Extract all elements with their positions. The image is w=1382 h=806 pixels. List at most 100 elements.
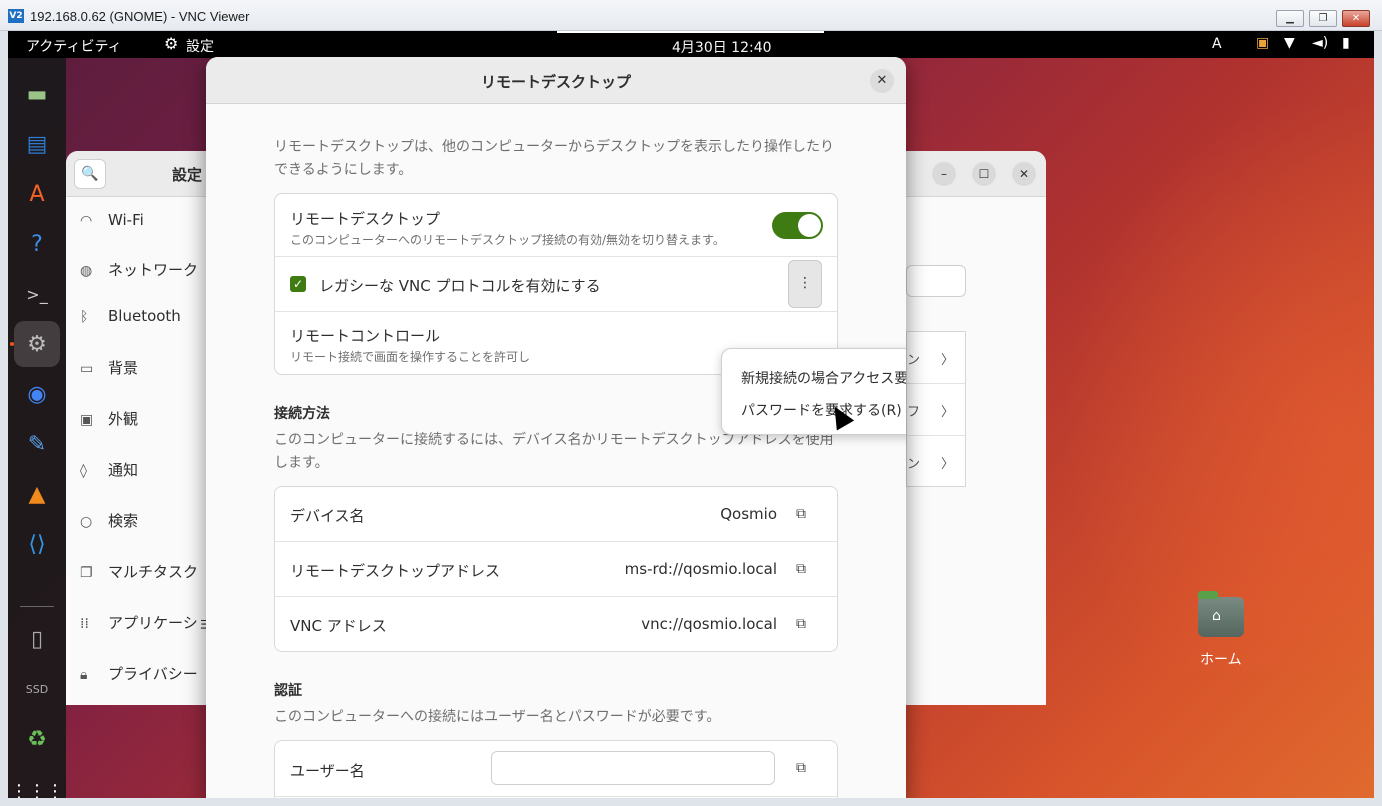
home-folder-icon[interactable]: ⌂	[1198, 591, 1244, 637]
username-label: ユーザー名	[290, 762, 365, 780]
chevron-right-icon: 〉	[941, 457, 955, 472]
sidebar-item-privacy[interactable]: 🔒︎ プライバシー	[80, 663, 198, 684]
vnc-address-label: VNC アドレス	[290, 617, 387, 635]
app-store-icon[interactable]: A	[14, 171, 60, 217]
sidebar-item-applications[interactable]: ⁞⁞ アプリケーショ	[80, 612, 213, 633]
sidebar-item-notifications[interactable]: ◊ 通知	[80, 459, 138, 480]
minimize-button[interactable]: –	[932, 162, 956, 186]
chevron-right-icon: 〉	[941, 405, 955, 420]
auth-card: ユーザー名 ⧉	[274, 740, 838, 798]
device-name-row: デバイス名 Qosmio ⧉	[275, 487, 837, 542]
sidebar-item-bluetooth[interactable]: ᛒ Bluetooth	[80, 307, 181, 325]
bluetooth-icon: ᛒ	[80, 309, 89, 325]
username-row: ユーザー名 ⧉	[275, 741, 837, 797]
search-icon: ○	[80, 514, 93, 530]
progress-line	[557, 31, 824, 33]
dock: ▬ ▤ A ? >_ ⚙ ◉ ✎ ▲ ⟨⟩ ▯ SSD ♻ ⋮⋮⋮	[8, 58, 66, 798]
vnc-address-value: vnc://qosmio.local	[641, 615, 777, 633]
remote-control-sub: リモート接続で画面を操作することを許可し	[290, 350, 531, 364]
sidebar-item-background[interactable]: ▭ 背景	[80, 357, 138, 378]
wifi-icon: ◠	[80, 213, 93, 229]
menu-item-require-password[interactable]: パスワードを要求する(R)	[741, 400, 902, 420]
running-indicator	[10, 342, 14, 346]
app-menu[interactable]: 設定	[186, 36, 214, 56]
disk-icon[interactable]: ▯	[14, 616, 60, 662]
screen-share-icon[interactable]: ▣	[1256, 35, 1269, 51]
vnc-auth-popover: 新規接続の場合アクセス要求を必要とする(N) パスワードを要求する(R)	[721, 348, 906, 435]
search-button[interactable]: 🔍	[74, 159, 106, 189]
home-icon: ⌂	[1212, 608, 1221, 624]
text-editor-icon[interactable]: ✎	[14, 421, 60, 467]
dock-separator	[20, 606, 54, 607]
settings-icon[interactable]: ⚙	[14, 321, 60, 367]
battery-icon[interactable]: ▮	[1342, 35, 1350, 51]
files-icon[interactable]: ▬	[14, 71, 60, 117]
chrome-icon[interactable]: ◉	[14, 371, 60, 417]
home-folder-label[interactable]: ホーム	[1200, 649, 1242, 669]
settings-text-field[interactable]	[906, 265, 966, 297]
vscode-icon[interactable]: ⟨⟩	[14, 521, 60, 567]
help-icon[interactable]: ?	[14, 221, 60, 267]
copy-icon[interactable]: ⧉	[796, 561, 806, 577]
vnc-options-menu-button[interactable]: ⋮	[788, 260, 822, 308]
sidebar-item-network[interactable]: ◍ ネットワーク	[80, 259, 198, 280]
legacy-vnc-label: レガシーな VNC プロトコルを有効にする	[319, 277, 601, 295]
remote-desktop-toggle[interactable]	[772, 212, 823, 239]
vnc-titlebar: V2 192.168.0.62 (GNOME) - VNC Viewer ▁ ❐…	[0, 0, 1382, 31]
sidebar-item-search[interactable]: ○ 検索	[80, 510, 138, 531]
clock[interactable]: 4月30日 12:40	[672, 37, 772, 57]
remote-desktop[interactable]: アクティビティ ⚙ 設定 4月30日 12:40 A ▣ ▼ ◄) ▮ ▬ ▤ …	[8, 31, 1374, 798]
network-icon: ◍	[80, 263, 93, 279]
appearance-icon: ▣	[80, 412, 94, 428]
list-item[interactable]: フ〉	[907, 384, 965, 436]
legacy-vnc-row: ✓ レガシーな VNC プロトコルを有効にする ⋮	[275, 257, 837, 312]
list-item[interactable]: ン〉	[907, 436, 965, 488]
legacy-vnc-checkbox[interactable]: ✓	[290, 276, 306, 292]
sidebar-item-multitasking[interactable]: ❐ マルチタスク	[80, 561, 198, 582]
auth-section-title: 認証	[274, 683, 302, 699]
connection-section-title: 接続方法	[274, 406, 330, 422]
settings-list: ン〉 フ〉 ン〉	[906, 331, 966, 487]
copy-icon[interactable]: ⧉	[796, 616, 806, 632]
copy-icon[interactable]: ⧉	[796, 506, 806, 522]
vlc-icon[interactable]: ▲	[14, 471, 60, 517]
settings-title: 設定	[172, 166, 203, 184]
username-field[interactable]	[491, 751, 775, 785]
close-button[interactable]: ✕	[1012, 162, 1036, 186]
close-button[interactable]: ✕	[1342, 10, 1370, 27]
remote-desktop-sub: このコンピューターへのリモートデスクトップ接続の有効/無効を切り替えます。	[290, 233, 725, 247]
close-icon[interactable]: ✕	[870, 69, 894, 93]
minimize-button[interactable]: ▁	[1276, 10, 1304, 27]
maximize-button[interactable]: ☐	[972, 162, 996, 186]
rdp-address-value: ms-rd://qosmio.local	[624, 560, 777, 578]
remote-desktop-label: リモートデスクトップ	[290, 210, 441, 228]
ssd-icon[interactable]: SSD	[14, 666, 60, 712]
volume-icon[interactable]: ◄)	[1312, 35, 1328, 51]
list-item[interactable]: ン〉	[907, 332, 965, 384]
chevron-right-icon: 〉	[941, 353, 955, 368]
connection-card: デバイス名 Qosmio ⧉ リモートデスクトップアドレス ms-rd://qo…	[274, 486, 838, 652]
remote-desktop-row: リモートデスクトップ このコンピューターへのリモートデスクトップ接続の有効/無効…	[275, 194, 837, 257]
restore-button[interactable]: ❐	[1309, 10, 1337, 27]
input-method-indicator[interactable]: A	[1212, 36, 1222, 52]
menu-item-require-access-request[interactable]: 新規接続の場合アクセス要求を必要とする(N)	[741, 368, 906, 388]
vnc-logo-icon: V2	[8, 9, 24, 23]
toggle-knob	[798, 214, 821, 237]
wifi-icon[interactable]: ▼	[1284, 35, 1295, 51]
copy-icon[interactable]: ⧉	[796, 760, 806, 776]
activities-button[interactable]: アクティビティ	[26, 36, 122, 56]
remote-desktop-dialog: リモートデスクトップ ✕ リモートデスクトップは、他のコンピューターからデスクト…	[206, 57, 906, 798]
trash-icon[interactable]: ♻	[14, 716, 60, 762]
sidebar-item-wifi[interactable]: ◠ Wi-Fi	[80, 211, 144, 229]
dialog-headerbar: リモートデスクトップ ✕	[206, 57, 906, 104]
app-grid-icon[interactable]: ⋮⋮⋮	[10, 768, 64, 799]
remote-control-label: リモートコントロール	[290, 327, 441, 345]
terminal-icon[interactable]: >_	[14, 271, 60, 317]
vnc-window-title: 192.168.0.62 (GNOME) - VNC Viewer	[30, 9, 250, 24]
auth-desc: このコンピューターへの接続にはユーザー名とパスワードが必要です。	[274, 709, 721, 725]
sidebar-item-appearance[interactable]: ▣ 外観	[80, 408, 138, 429]
writer-icon[interactable]: ▤	[14, 121, 60, 167]
rdp-address-row: リモートデスクトップアドレス ms-rd://qosmio.local ⧉	[275, 542, 837, 597]
intro-text: リモートデスクトップは、他のコンピューターからデスクトップを表示したり操作したり…	[274, 139, 834, 178]
multitasking-icon: ❐	[80, 565, 93, 581]
